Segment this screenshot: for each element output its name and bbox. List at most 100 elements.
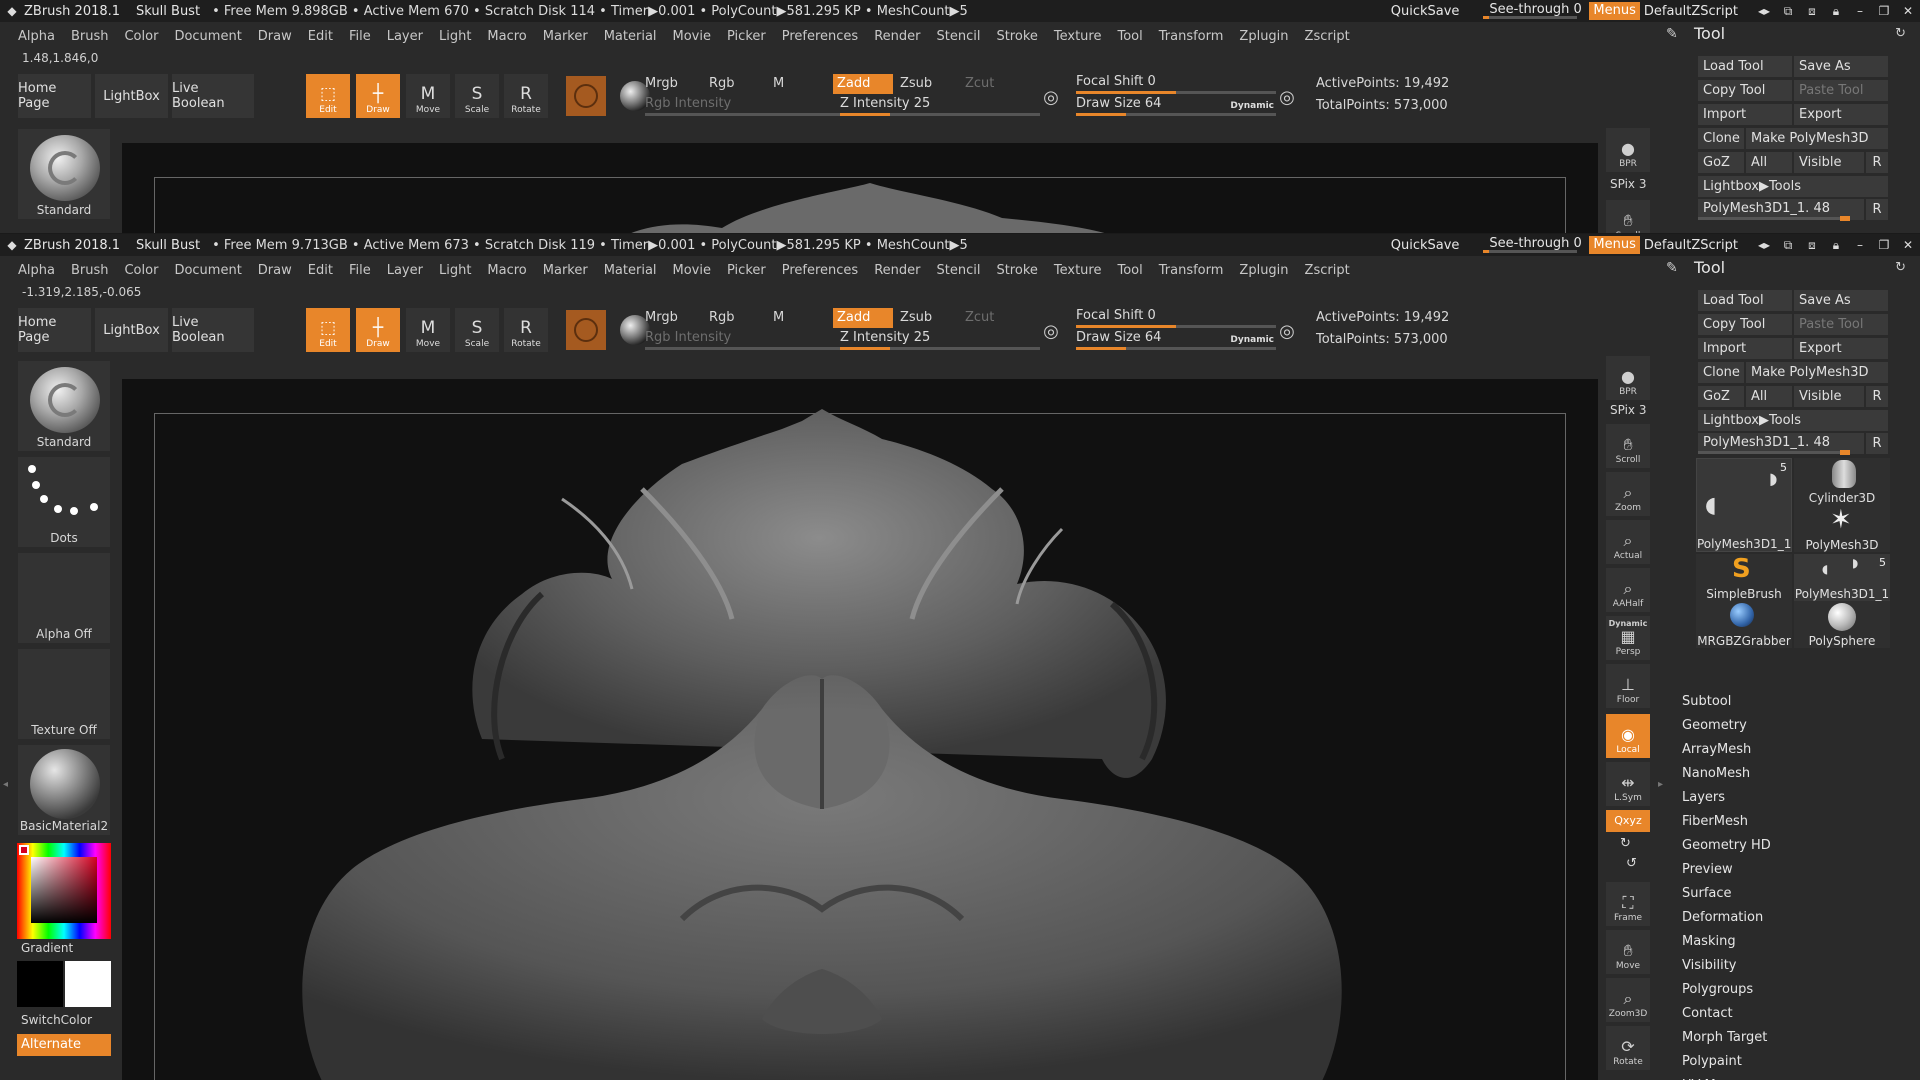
canvas-back[interactable] bbox=[122, 143, 1598, 233]
subpalette-deformation[interactable]: Deformation bbox=[1682, 910, 1763, 925]
subpalette-geometry-hd[interactable]: Geometry HD bbox=[1682, 838, 1771, 853]
color-saturation-square[interactable] bbox=[31, 857, 97, 923]
quicksave-button[interactable]: QuickSave bbox=[1391, 238, 1460, 253]
move-button[interactable]: M Move bbox=[406, 308, 450, 352]
subpalette-arraymesh[interactable]: ArrayMesh bbox=[1682, 742, 1751, 757]
zoom3d-button[interactable]: ⌕ Zoom3D bbox=[1606, 978, 1650, 1022]
goz-r-button[interactable]: R bbox=[1866, 152, 1888, 173]
menu-layer[interactable]: Layer bbox=[387, 29, 423, 44]
zsub-button[interactable]: Zsub bbox=[900, 310, 932, 325]
left-tray-arrow-icon[interactable]: ◂ bbox=[3, 779, 11, 797]
see-through-slider[interactable]: See-through 0 bbox=[1483, 237, 1582, 253]
menu-transform[interactable]: Transform bbox=[1159, 29, 1224, 44]
layout-icon[interactable]: ⧉ bbox=[1776, 234, 1800, 256]
live-boolean-button[interactable]: Live Boolean bbox=[172, 74, 254, 118]
layout-alt-icon[interactable]: ⧈ bbox=[1800, 0, 1824, 22]
bpr-button[interactable]: ● BPR bbox=[1606, 128, 1650, 172]
save-as-button[interactable]: Save As bbox=[1794, 56, 1888, 77]
menu-stroke[interactable]: Stroke bbox=[996, 263, 1037, 278]
z-intensity-slider[interactable]: Z Intensity 25 bbox=[840, 330, 1040, 350]
lightbox-button[interactable]: LightBox bbox=[95, 308, 168, 352]
menu-texture[interactable]: Texture bbox=[1054, 263, 1102, 278]
m-button[interactable]: M bbox=[773, 76, 784, 91]
secondary-color-swatch[interactable] bbox=[65, 961, 111, 1007]
menu-file[interactable]: File bbox=[349, 263, 371, 278]
primary-color-swatch[interactable] bbox=[17, 961, 63, 1007]
zoom-button[interactable]: ⌕ Zoom bbox=[1606, 472, 1650, 516]
menu-texture[interactable]: Texture bbox=[1054, 29, 1102, 44]
lazy-mouse-icon[interactable]: ◎ bbox=[1036, 316, 1066, 346]
menu-marker[interactable]: Marker bbox=[543, 263, 588, 278]
paste-tool-button[interactable]: Paste Tool bbox=[1794, 314, 1888, 335]
lazy-mouse-icon[interactable]: ◎ bbox=[1036, 82, 1066, 112]
rotate-y-icon[interactable]: ↻ bbox=[1620, 836, 1631, 851]
menu-brush[interactable]: Brush bbox=[71, 263, 109, 278]
tool-pin-icon[interactable]: ✎ bbox=[1666, 26, 1678, 42]
restore-icon[interactable]: ❐ bbox=[1872, 0, 1896, 22]
menu-light[interactable]: Light bbox=[439, 29, 471, 44]
dynamic-size-icon[interactable]: ◎ bbox=[1272, 316, 1302, 346]
edit-button[interactable]: ⬚ Edit bbox=[306, 74, 350, 118]
see-through-slider[interactable]: See-through 0 bbox=[1483, 3, 1582, 19]
menu-file[interactable]: File bbox=[349, 29, 371, 44]
menu-brush[interactable]: Brush bbox=[71, 29, 109, 44]
draw-button[interactable]: ┼ Draw bbox=[356, 74, 400, 118]
lsym-button[interactable]: ⇹ L.Sym bbox=[1606, 762, 1650, 806]
subpalette-visibility[interactable]: Visibility bbox=[1682, 958, 1736, 973]
tool-pin-icon[interactable]: ✎ bbox=[1666, 260, 1678, 276]
dynamic-size-icon[interactable]: ◎ bbox=[1272, 82, 1302, 112]
copy-tool-button[interactable]: Copy Tool bbox=[1698, 80, 1792, 101]
tool-thumb-polymesh3d1-1[interactable]: 5 ◖ ◗ PolyMesh3D1_1 bbox=[1696, 458, 1792, 552]
lightbox-tools-button[interactable]: Lightbox▶Tools bbox=[1698, 176, 1888, 197]
menus-toggle[interactable]: Menus bbox=[1589, 2, 1640, 20]
menu-alpha[interactable]: Alpha bbox=[18, 263, 55, 278]
import-button[interactable]: Import bbox=[1698, 104, 1792, 125]
zcut-button[interactable]: Zcut bbox=[965, 76, 994, 91]
subpalette-subtool[interactable]: Subtool bbox=[1682, 694, 1731, 709]
menu-light[interactable]: Light bbox=[439, 263, 471, 278]
menu-marker[interactable]: Marker bbox=[543, 29, 588, 44]
rotate-button[interactable]: R Rotate bbox=[504, 74, 548, 118]
close-icon[interactable]: ✕ bbox=[1896, 234, 1920, 256]
scale-button[interactable]: S Scale bbox=[455, 308, 499, 352]
paste-tool-button[interactable]: Paste Tool bbox=[1794, 80, 1888, 101]
alternate-button[interactable]: Alternate bbox=[17, 1034, 111, 1056]
lightbox-tools-button[interactable]: Lightbox▶Tools bbox=[1698, 410, 1888, 431]
tool-thumb-cylinder3d[interactable]: Cylinder3D bbox=[1794, 458, 1890, 505]
menu-macro[interactable]: Macro bbox=[487, 29, 526, 44]
menu-color[interactable]: Color bbox=[124, 263, 158, 278]
frame-button[interactable]: ⛶ Frame bbox=[1606, 882, 1650, 926]
export-button[interactable]: Export bbox=[1794, 104, 1888, 125]
material-tile[interactable]: BasicMaterial2 bbox=[17, 744, 111, 836]
actual-button[interactable]: ⌕ Actual bbox=[1606, 520, 1650, 564]
zadd-button[interactable]: Zadd bbox=[833, 74, 893, 94]
menu-picker[interactable]: Picker bbox=[727, 263, 766, 278]
zcut-button[interactable]: Zcut bbox=[965, 310, 994, 325]
current-tool-slider[interactable]: PolyMesh3D1_1. 48 bbox=[1698, 433, 1864, 455]
make-polymesh-button[interactable]: Make PolyMesh3D bbox=[1746, 362, 1888, 383]
clone-button[interactable]: Clone bbox=[1698, 362, 1744, 383]
menu-material[interactable]: Material bbox=[604, 263, 657, 278]
menu-transform[interactable]: Transform bbox=[1159, 263, 1224, 278]
menu-preferences[interactable]: Preferences bbox=[782, 263, 858, 278]
gradient-label[interactable]: Gradient bbox=[21, 941, 73, 955]
menu-edit[interactable]: Edit bbox=[308, 263, 333, 278]
menu-stroke[interactable]: Stroke bbox=[996, 29, 1037, 44]
home-page-button[interactable]: Home Page bbox=[18, 74, 91, 118]
subpalette-fibermesh[interactable]: FiberMesh bbox=[1682, 814, 1748, 829]
m-button[interactable]: M bbox=[773, 310, 784, 325]
scroll-button[interactable]: ✋︎Scroll bbox=[1606, 424, 1650, 468]
palette-reset-icon[interactable]: ↻ bbox=[1895, 26, 1906, 41]
lock-icon[interactable]: 🔒︎ bbox=[1824, 0, 1848, 22]
goz-all-button[interactable]: All bbox=[1746, 152, 1792, 173]
load-tool-button[interactable]: Load Tool bbox=[1698, 56, 1792, 77]
dynamic-toggle[interactable]: Dynamic bbox=[1230, 335, 1274, 345]
restore-icon[interactable]: ❐ bbox=[1872, 234, 1896, 256]
menu-document[interactable]: Document bbox=[174, 263, 241, 278]
menu-zplugin[interactable]: Zplugin bbox=[1239, 263, 1288, 278]
switch-color-button[interactable]: SwitchColor bbox=[21, 1013, 92, 1027]
draw-size-slider[interactable]: Draw Size 64 Dynamic bbox=[1076, 330, 1276, 350]
home-page-button[interactable]: Home Page bbox=[18, 308, 91, 352]
tool-thumb-mrgbzgrabber[interactable]: MRGBZGrabber bbox=[1696, 601, 1792, 648]
layout-icon[interactable]: ⧉ bbox=[1776, 0, 1800, 22]
